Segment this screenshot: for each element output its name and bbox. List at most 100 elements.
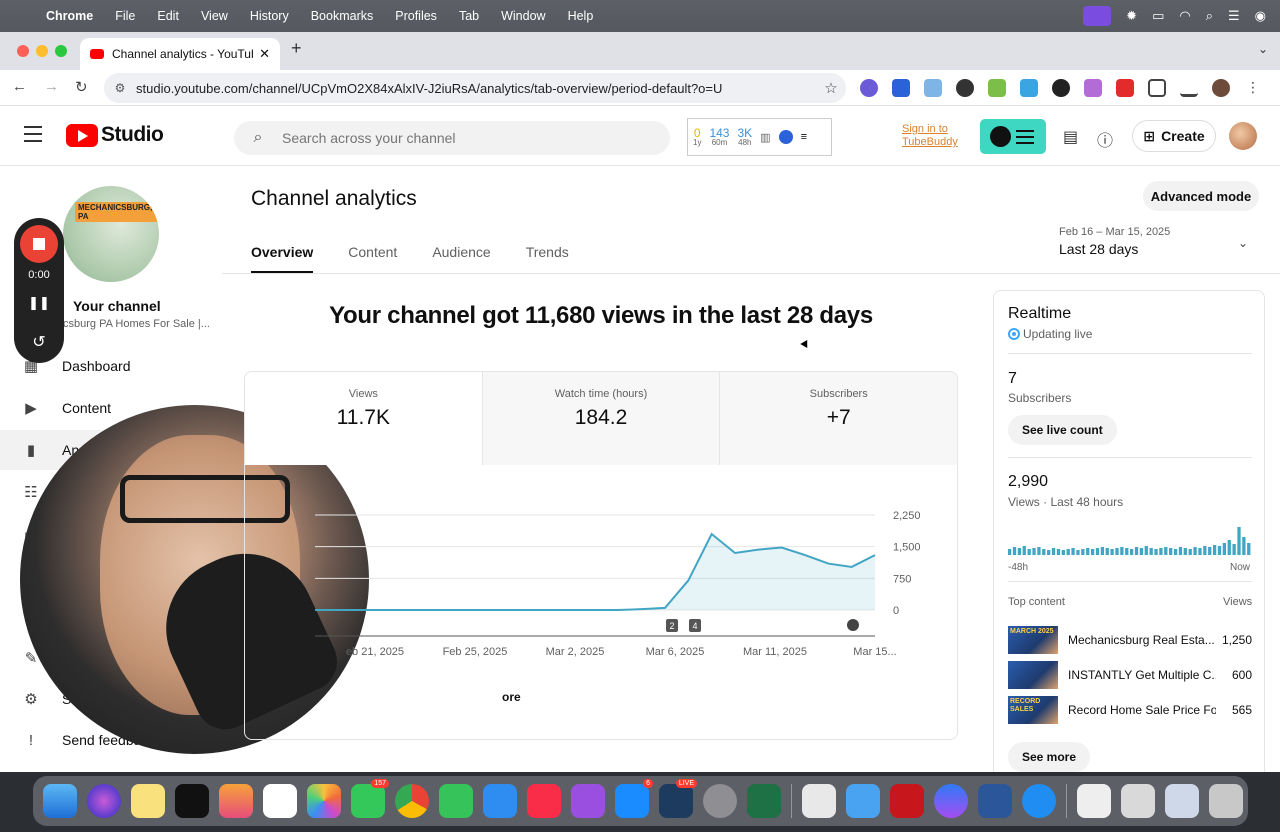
minimize-window-button[interactable] [36,45,48,57]
account-avatar[interactable] [1229,122,1257,150]
chrome-icon[interactable] [395,784,429,818]
url-text[interactable]: studio.youtube.com/channel/UCpVmO2X84xAl… [136,81,816,96]
menu-help[interactable]: Help [568,9,594,23]
extension-2-icon[interactable] [892,79,910,97]
close-tab-icon[interactable]: ✕ [259,46,270,62]
safari-icon[interactable] [1022,784,1056,818]
siri-dock-icon[interactable] [87,784,121,818]
extension-3-icon[interactable] [924,79,942,97]
top-content-row[interactable]: INSTANTLY Get Multiple C... 600 [1008,661,1252,689]
channel-avatar[interactable]: MECHANICSBURG, PA [63,186,159,282]
menu-bookmarks[interactable]: Bookmarks [311,9,374,23]
close-window-button[interactable] [17,45,29,57]
menu-edit[interactable]: Edit [157,9,179,23]
browser-tab-active[interactable]: Channel analytics - YouTube S ✕ [80,38,280,70]
menu-tab[interactable]: Tab [459,9,479,23]
menu-profiles[interactable]: Profiles [395,9,437,23]
site-info-icon[interactable]: ⚙ [104,81,136,95]
maps-icon[interactable] [846,784,880,818]
pause-icon[interactable]: ❚❚ [14,295,64,311]
forward-button[interactable]: → [44,78,59,95]
apple-tv-icon[interactable] [175,784,209,818]
profile-avatar-icon[interactable] [1212,79,1230,97]
tb-chart-icon[interactable]: ▥ [760,131,770,144]
back-button[interactable]: ← [12,78,27,95]
tubebuddy-menu-button[interactable] [980,119,1046,154]
menu-view[interactable]: View [201,9,228,23]
tab-content[interactable]: Content [348,244,397,274]
wifi-icon[interactable]: ◠ [1179,8,1190,24]
document-icon[interactable] [1077,784,1111,818]
extension-8-icon[interactable] [1084,79,1102,97]
stop-recording-button[interactable] [20,225,58,263]
tab-search-chevron-icon[interactable]: ⌄ [1258,42,1268,56]
studio-logo[interactable]: Studio [66,123,164,147]
acrobat-icon[interactable] [890,784,924,818]
notes-icon[interactable] [131,784,165,818]
more-menu-icon[interactable]: ⋮ [1244,79,1262,97]
tb-badge-icon[interactable] [778,130,793,144]
numbers-icon[interactable] [439,784,473,818]
finder-icon[interactable] [43,784,77,818]
chatgpt-icon[interactable] [263,784,297,818]
screenshots-stack-icon[interactable] [1165,784,1199,818]
search-input[interactable] [282,130,642,146]
extension-5-icon[interactable] [988,79,1006,97]
period-selector[interactable]: Feb 16 – Mar 15, 2025 Last 28 days [1059,226,1170,257]
menu-app[interactable]: Chrome [46,9,93,23]
trash-icon[interactable] [1209,784,1243,818]
live-app-icon[interactable]: LIVE [659,779,697,818]
launchpad-icon[interactable] [219,784,253,818]
help-icon[interactable]: ⓘ [1097,127,1113,151]
bookmark-star-icon[interactable]: ☆ [816,79,846,97]
zoom-window-button[interactable] [55,45,67,57]
extension-4-icon[interactable] [956,79,974,97]
top-content-row[interactable]: MARCH 2025 Mechanicsburg Real Esta... 1,… [1008,626,1252,654]
tb-menu-icon[interactable]: ≡ [801,131,807,143]
downloads-stack-icon[interactable] [1121,784,1155,818]
podcasts-icon[interactable] [571,784,605,818]
textedit-icon[interactable] [802,784,836,818]
extensions-puzzle-icon[interactable] [1148,79,1166,97]
search-icon[interactable]: ⌕ [234,129,282,147]
search-box[interactable]: ⌕ [234,121,670,155]
messages-icon[interactable]: ▤ [1063,127,1078,147]
messages-dock-icon[interactable]: 157 [351,779,389,818]
photos-icon[interactable] [307,784,341,818]
extension-7-icon[interactable] [1052,79,1070,97]
menu-window[interactable]: Window [501,9,545,23]
hamburger-menu-icon[interactable] [24,126,42,147]
screen-record-icon[interactable] [1083,6,1112,26]
download-icon[interactable] [1180,79,1198,97]
create-button[interactable]: ⊞ Create [1132,120,1216,152]
realtime-see-more-button[interactable]: See more [1008,742,1091,772]
reload-button[interactable]: ↻ [75,78,88,96]
metric-watch-time[interactable]: Watch time (hours) 184.2 [482,372,721,465]
restart-icon[interactable]: ↺ [14,332,64,352]
top-content-row[interactable]: RECORD SALES Record Home Sale Price Fo..… [1008,696,1252,724]
extension-9-icon[interactable] [1116,79,1134,97]
metric-subscribers[interactable]: Subscribers +7 [720,372,957,465]
keynote-icon[interactable] [483,784,517,818]
new-tab-button[interactable]: + [291,38,302,59]
siri-icon[interactable]: ◉ [1255,8,1266,24]
battery-icon[interactable]: ▭ [1152,8,1164,24]
tab-overview[interactable]: Overview [251,244,314,274]
advanced-mode-button[interactable]: Advanced mode [1143,181,1259,211]
extension-1-icon[interactable] [860,79,878,97]
metric-views[interactable]: Views 11.7K [245,372,483,465]
spotlight-icon[interactable]: ⌕ [1206,8,1213,24]
music-icon[interactable] [527,784,561,818]
system-settings-icon[interactable] [703,784,737,818]
control-center-icon[interactable]: ☰ [1228,8,1240,24]
tubebuddy-stats-widget[interactable]: 0 1y 143 60m 3K 48h ▥ ≡ [687,118,832,156]
address-bar[interactable]: ⚙ studio.youtube.com/channel/UCpVmO2X84x… [104,73,846,103]
see-more-button[interactable]: ore [502,690,521,704]
see-live-count-button[interactable]: See live count [1008,415,1117,445]
excel-icon[interactable] [747,784,781,818]
realtime-bar-chart[interactable] [1008,523,1252,555]
messenger-icon[interactable] [934,784,968,818]
extension-6-icon[interactable] [1020,79,1038,97]
brightness-icon[interactable]: ✹ [1126,8,1137,24]
tab-audience[interactable]: Audience [432,244,490,274]
